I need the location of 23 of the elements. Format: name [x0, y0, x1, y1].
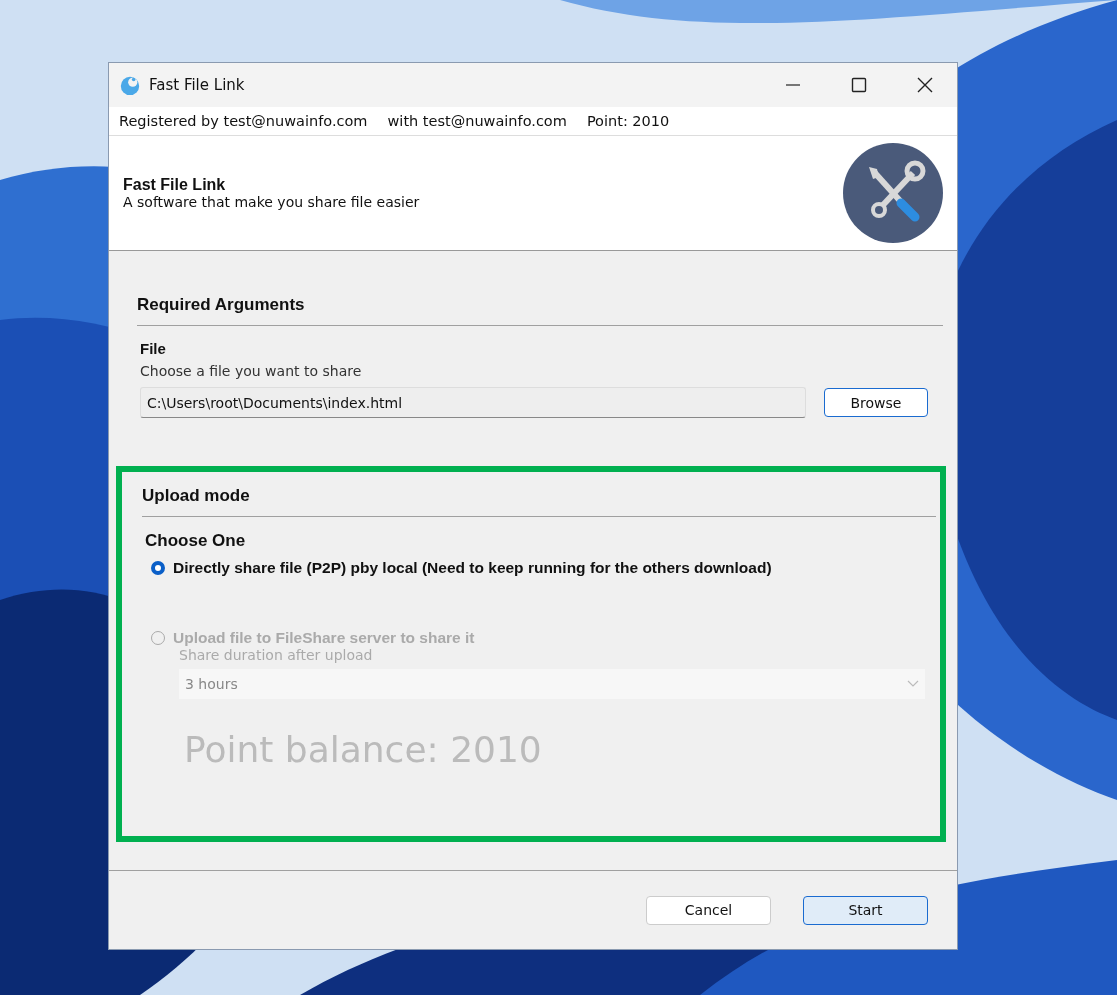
- chevron-down-icon: [907, 680, 919, 688]
- section-heading: Required Arguments: [137, 295, 306, 315]
- dialog-button[interactable]: Cancel: [646, 895, 771, 925]
- field-label: File: [140, 340, 167, 357]
- browse-button[interactable]: Browse: [824, 388, 928, 417]
- app-logo-icon: [119, 74, 141, 96]
- option-label[interactable]: Directly share file (P2P) pby local (Need to keep running for the others download): [173, 559, 772, 577]
- registration-text: Point: 2010: [586, 113, 670, 129]
- group-label: Choose One: [145, 531, 247, 551]
- section-heading: Upload mode: [142, 486, 251, 506]
- app-subtitle: A software that make you share file easier: [123, 194, 420, 210]
- close-icon[interactable]: [917, 77, 933, 93]
- tools-icon: [843, 143, 943, 243]
- registration-text: with test@nuwainfo.com: [387, 113, 567, 129]
- file-path-field[interactable]: C:\Users\root\Documents\index.html: [140, 387, 806, 418]
- dialog-button[interactable]: Start: [803, 895, 928, 925]
- field-hint: Choose a file you want to share: [140, 363, 363, 379]
- maximize-icon[interactable]: [851, 77, 867, 93]
- window-title: Fast File Link: [149, 76, 245, 94]
- duration-label: Share duration after upload: [179, 647, 374, 663]
- registration-text: Registered by test@nuwainfo.com: [119, 113, 368, 129]
- app-title: Fast File Link: [123, 176, 227, 194]
- radio-button[interactable]: [151, 561, 165, 575]
